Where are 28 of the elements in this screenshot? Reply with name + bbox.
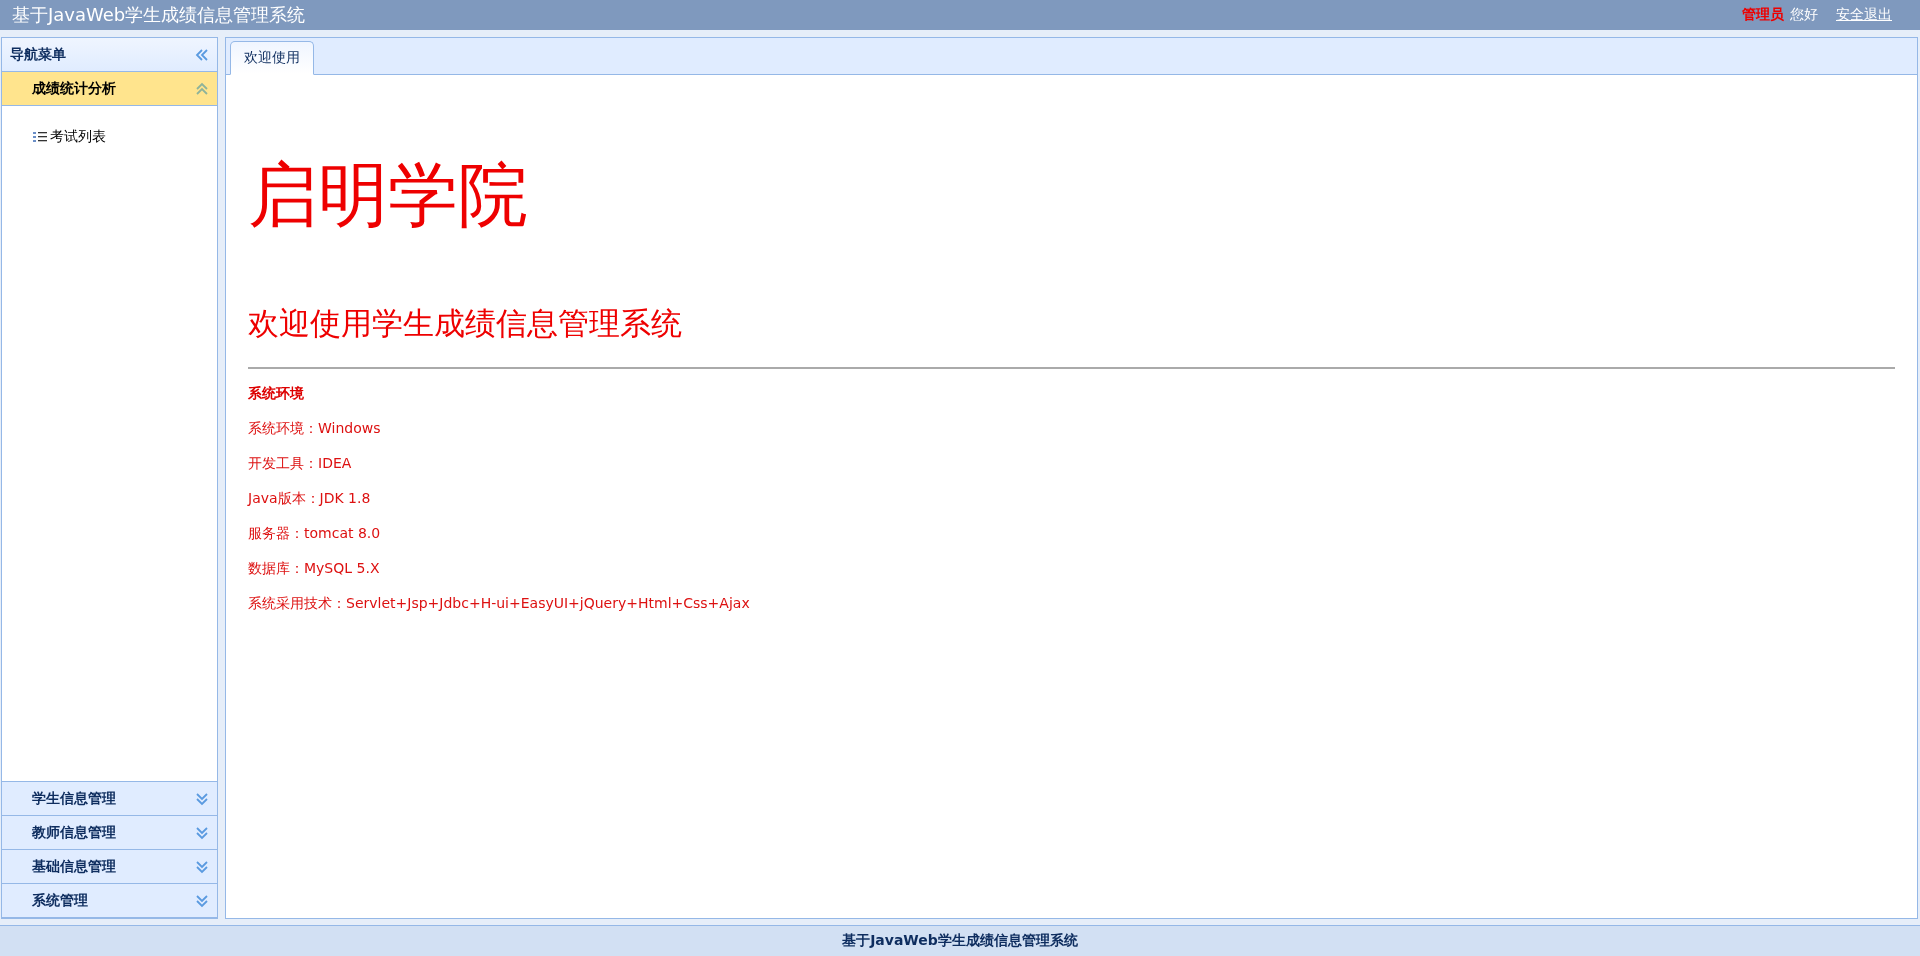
info-line: 数据库：MySQL 5.X <box>248 560 381 578</box>
menu-item[interactable]: 考试列表 <box>30 126 108 148</box>
menu-section-header[interactable]: 成绩统计分析 <box>2 72 217 106</box>
info-line: Java版本：JDK 1.8 <box>248 490 372 508</box>
list-icon <box>32 130 48 144</box>
tab[interactable]: 欢迎使用 <box>230 41 314 75</box>
menu-section-header[interactable]: 教师信息管理 <box>2 816 217 850</box>
school-name: 启明学院 <box>248 153 529 237</box>
collapse-icon[interactable] <box>195 47 209 62</box>
info-line: 系统环境：Windows <box>248 420 382 438</box>
app-title: 基于JavaWeb学生成绩信息管理系统 <box>12 3 306 27</box>
menu-section-header[interactable]: 系统管理 <box>2 884 217 918</box>
double-chevron-down-icon <box>195 825 209 840</box>
sidebar-title: 导航菜单 <box>10 45 66 64</box>
footer-text: 基于JavaWeb学生成绩信息管理系统 <box>842 932 1078 950</box>
info-line: 服务器：tomcat 8.0 <box>248 525 382 543</box>
double-chevron-down-icon <box>195 859 209 874</box>
section-title: 系统环境 <box>248 385 305 403</box>
double-chevron-down-icon <box>195 791 209 806</box>
welcome-heading: 欢迎使用学生成绩信息管理系统 <box>248 304 683 343</box>
menu-section-header[interactable]: 学生信息管理 <box>2 782 217 816</box>
info-line: 开发工具：IDEA <box>248 455 353 473</box>
double-chevron-up-icon <box>195 81 209 96</box>
double-chevron-down-icon <box>195 893 209 908</box>
menu-section-header[interactable]: 基础信息管理 <box>2 850 217 884</box>
greeting: 您好 <box>1790 6 1818 24</box>
info-line: 系统采用技术：Servlet+Jsp+Jdbc+H-ui+EasyUI+jQuery+Html+Css+Ajax <box>248 595 751 613</box>
user-role: 管理员 <box>1742 6 1784 24</box>
